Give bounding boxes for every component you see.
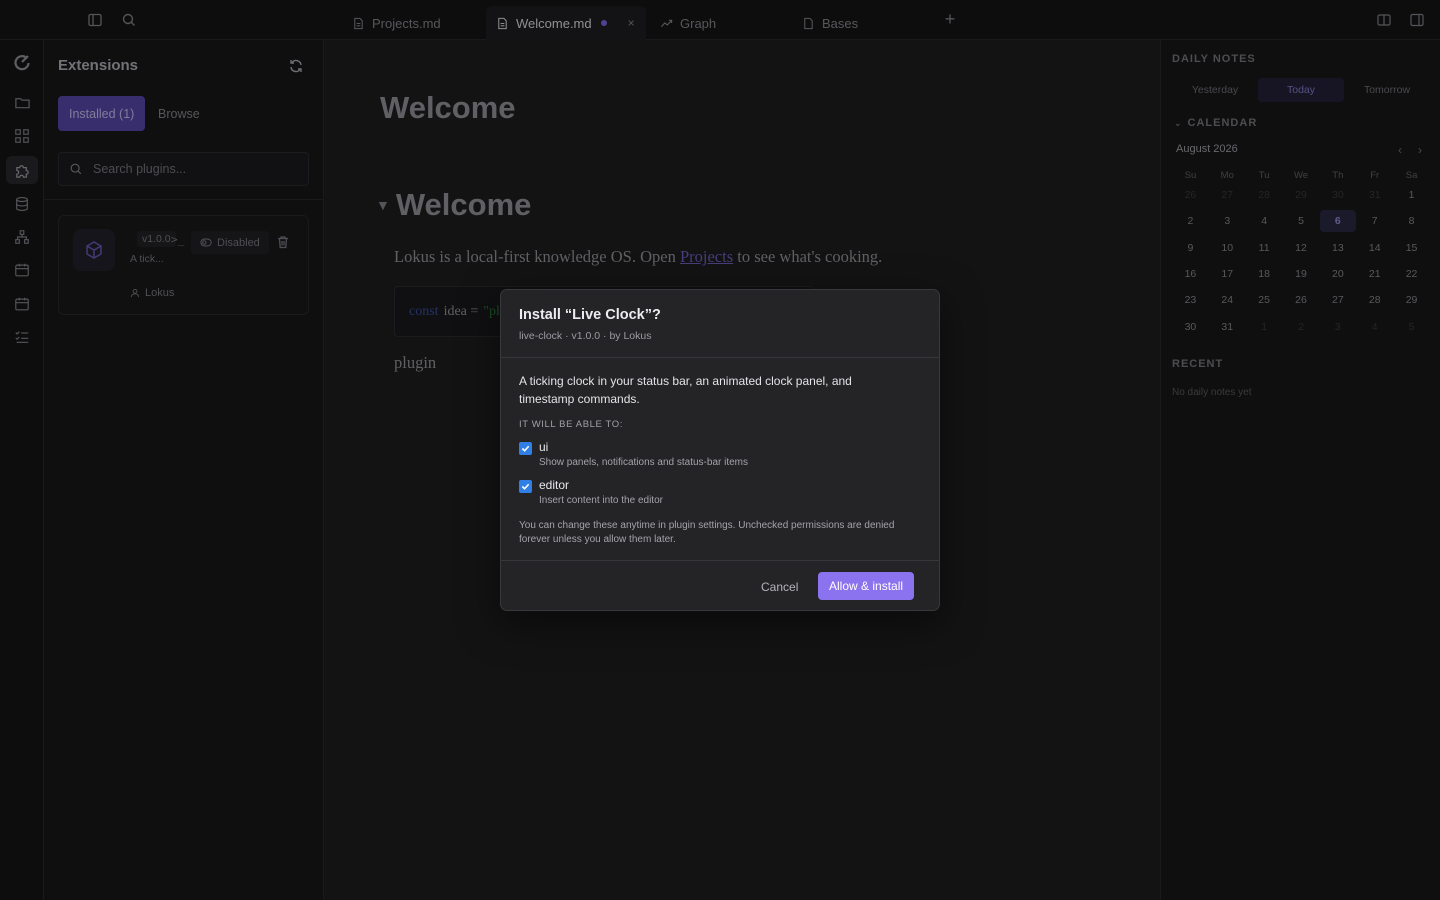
permission-note: You can change these anytime in plugin s… [519,520,895,545]
allow-install-button[interactable]: Allow & install [818,572,915,600]
permission-name: ui [539,440,549,454]
divider [501,357,939,358]
cancel-button[interactable]: Cancel [753,573,806,600]
dialog-subtitle: live-clock · v1.0.0 · by Lokus [519,330,652,342]
dialog-title: Install “Live Clock”? [519,307,661,323]
check-icon [521,483,530,490]
permission-desc: Show panels, notifications and status-ba… [539,457,748,468]
divider [501,560,939,561]
dialog-description: A ticking clock in your status bar, an a… [519,374,852,406]
permission-name: editor [539,478,570,492]
permission-desc: Insert content into the editor [539,495,663,506]
permissions-heading: IT WILL BE ABLE TO: [519,419,623,430]
permission-ui-checkbox[interactable] [519,442,532,455]
check-icon [521,445,530,452]
permission-editor-checkbox[interactable] [519,480,532,493]
install-dialog: Install “Live Clock”? live-clock · v1.0.… [500,289,940,611]
